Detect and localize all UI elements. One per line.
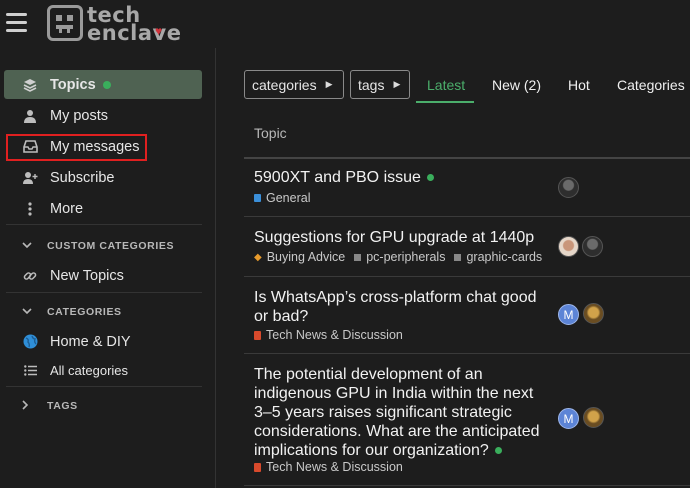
- topic-column-header[interactable]: Topic: [254, 125, 287, 141]
- topic-title-line: indigenous GPU in India within the next: [254, 385, 534, 402]
- unread-dot: [494, 447, 502, 455]
- custom-categories-toggle[interactable]: CUSTOM CATEGORIES: [4, 235, 202, 257]
- sidebar-divider: [6, 386, 202, 387]
- topic-title-line: or bad?: [254, 308, 309, 325]
- section-heading: CATEGORIES: [47, 306, 122, 318]
- tag-square-icon: [454, 253, 462, 261]
- topic-title-link[interactable]: Is WhatsApp’s cross-platform chat good o…: [254, 288, 549, 326]
- topic-meta: ◆ Buying Advice pc-peripherals graphic-c…: [254, 250, 542, 264]
- avatar[interactable]: [558, 177, 579, 198]
- link-icon: [20, 266, 40, 286]
- new-indicator-dot: [102, 80, 111, 89]
- topic-title-line: considerations. What are the anticipated: [254, 423, 540, 440]
- sidebar-item-my-posts[interactable]: My posts: [4, 101, 202, 130]
- unread-dot: [426, 174, 434, 182]
- topic-title-line: The potential development of an: [254, 366, 483, 383]
- tag-link[interactable]: pc-peripherals: [366, 250, 445, 264]
- sidebar-item-label: My posts: [50, 107, 109, 124]
- avatar[interactable]: [583, 407, 604, 428]
- topic-meta: General: [254, 191, 310, 205]
- sidebar-item-label: Home & DIY: [50, 333, 131, 350]
- topic-title-line: 3–5 years raises significant strategic: [254, 404, 512, 421]
- sidebar-item-label: My messages: [50, 138, 140, 155]
- topic-title-text: 5900XT and PBO issue: [254, 169, 421, 186]
- document-icon: [254, 330, 261, 340]
- logo-robot-icon: [47, 5, 83, 41]
- sidebar-item-all-categories[interactable]: All categories: [4, 356, 202, 385]
- hamburger-menu-icon[interactable]: [6, 13, 27, 32]
- tab-hot[interactable]: Hot: [568, 77, 590, 93]
- sidebar-item-label: More: [50, 200, 84, 217]
- avatar[interactable]: [558, 236, 579, 257]
- topic-title-link[interactable]: The potential development of an indigeno…: [254, 365, 549, 460]
- categories-dropdown[interactable]: categories ▶: [244, 70, 344, 99]
- topic-title-line-last: implications for our organization?: [254, 441, 549, 460]
- section-heading: CUSTOM CATEGORIES: [47, 240, 175, 252]
- layers-icon: [20, 75, 40, 95]
- document-icon: [254, 462, 261, 472]
- sidebar-item-home-diy[interactable]: Home & DIY: [4, 327, 202, 356]
- topic-title-link[interactable]: Suggestions for GPU upgrade at 1440p: [254, 228, 549, 247]
- user-plus-icon: [20, 168, 40, 188]
- sidebar-item-label: All categories: [50, 363, 129, 378]
- user-icon: [20, 106, 40, 126]
- sidebar: Topics My posts My messages Subscribe Mo…: [0, 48, 216, 488]
- logo-heart-icon: ♥: [155, 24, 163, 38]
- sidebar-item-more[interactable]: More: [4, 194, 202, 223]
- header-divider: [244, 157, 690, 159]
- vertical-ellipsis-icon: [20, 199, 40, 219]
- globe-icon: [20, 332, 40, 352]
- inbox-icon: [20, 137, 40, 157]
- row-divider: [244, 216, 690, 217]
- tab-latest[interactable]: Latest: [427, 77, 465, 93]
- topic-meta: Tech News & Discussion: [254, 328, 403, 342]
- topic-title-line: implications for our organization?: [254, 442, 489, 459]
- sidebar-divider: [6, 292, 202, 293]
- sidebar-item-subscribe[interactable]: Subscribe: [4, 163, 202, 192]
- sidebar-item-label: New Topics: [50, 267, 124, 284]
- active-tab-underline: [416, 101, 474, 103]
- tag-square-icon: [354, 253, 362, 261]
- tab-new[interactable]: New (2): [492, 77, 541, 93]
- sidebar-divider: [6, 224, 202, 225]
- section-heading: TAGS: [47, 400, 78, 412]
- tag-icon: ◆: [254, 251, 262, 263]
- category-link[interactable]: Buying Advice: [267, 250, 346, 264]
- caret-right-icon: ▶: [325, 79, 333, 89]
- topic-title-link[interactable]: 5900XT and PBO issue: [254, 168, 549, 187]
- list-icon: [20, 361, 40, 381]
- row-divider: [244, 276, 690, 277]
- tags-dropdown[interactable]: tags ▶: [350, 70, 410, 99]
- sidebar-item-label: Subscribe: [50, 169, 115, 186]
- categories-dropdown-label: categories: [252, 76, 317, 93]
- tags-dropdown-label: tags: [358, 76, 385, 93]
- avatar[interactable]: [583, 303, 604, 324]
- avatar[interactable]: [582, 236, 603, 257]
- sidebar-item-label: Topics: [50, 76, 96, 93]
- categories-toggle[interactable]: CATEGORIES: [4, 301, 202, 323]
- sidebar-item-my-messages[interactable]: My messages: [4, 132, 202, 161]
- category-badge-icon: [254, 194, 261, 202]
- category-link[interactable]: Tech News & Discussion: [266, 460, 403, 474]
- topic-meta: Tech News & Discussion: [254, 460, 403, 474]
- tab-categories[interactable]: Categories: [617, 77, 685, 93]
- logo-text-enclave: enclave: [87, 21, 182, 45]
- avatar[interactable]: M: [558, 304, 579, 325]
- row-divider: [244, 485, 690, 486]
- category-link[interactable]: Tech News & Discussion: [266, 328, 403, 342]
- chevron-down-icon: [22, 240, 38, 252]
- topic-title-line: Is WhatsApp’s cross-platform chat good: [254, 289, 537, 306]
- chevron-down-icon: [22, 306, 38, 318]
- sidebar-item-topics[interactable]: Topics: [4, 70, 202, 99]
- caret-right-icon: ▶: [393, 79, 401, 89]
- main-content: categories ▶ tags ▶ Latest New (2) Hot C…: [244, 48, 690, 488]
- row-divider: [244, 353, 690, 354]
- tags-toggle[interactable]: TAGS: [4, 395, 202, 417]
- chevron-right-icon: [22, 399, 38, 413]
- category-link[interactable]: General: [266, 191, 310, 205]
- tag-link[interactable]: graphic-cards: [466, 250, 542, 264]
- avatar[interactable]: M: [558, 408, 579, 429]
- top-header: tech enclave ♥: [0, 0, 690, 48]
- sidebar-item-new-topics[interactable]: New Topics: [4, 261, 202, 290]
